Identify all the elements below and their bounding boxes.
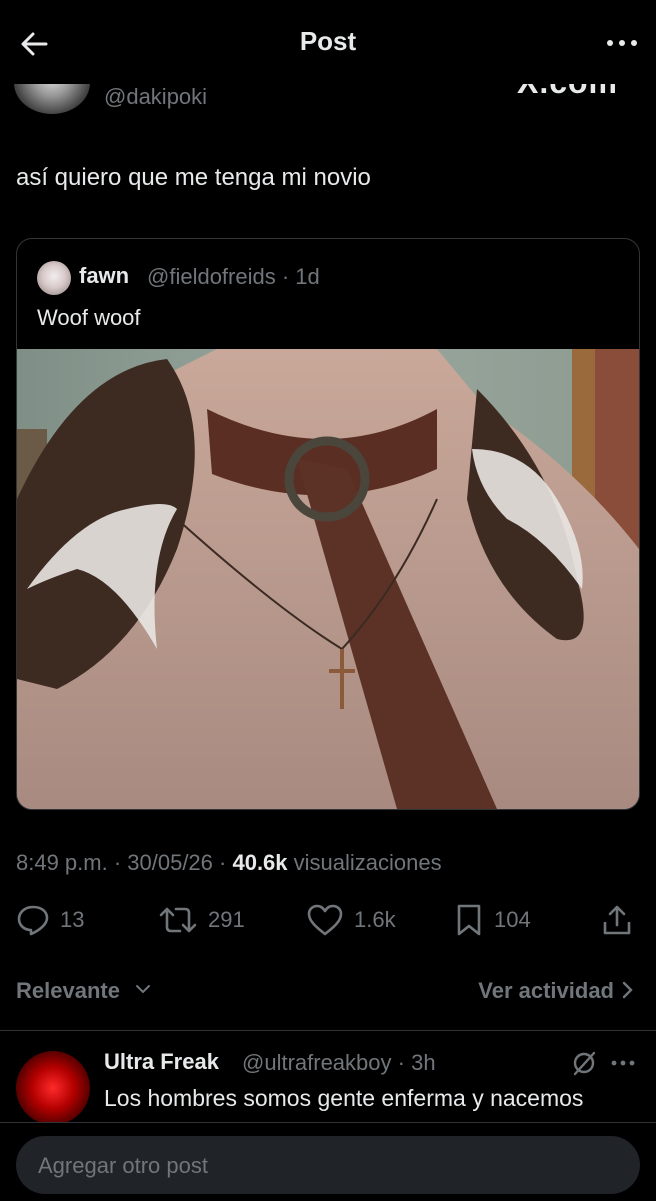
like-count: 1.6k (354, 907, 396, 932)
more-horizontal-icon[interactable] (610, 1053, 636, 1073)
views-count[interactable]: 40.6k (232, 850, 287, 875)
post-meta: 8:49 p.m. · 30/05/26 · 40.6k visualizaci… (16, 850, 442, 876)
post-timestamp: 8:49 p.m. · 30/05/26 · (16, 850, 233, 875)
reply-author-name[interactable]: Ultra Freak (104, 1049, 219, 1075)
post-text: así quiero que me tenga mi novio (16, 164, 371, 191)
reply-icon (17, 905, 49, 936)
repost-icon (159, 907, 197, 933)
reply-input[interactable] (36, 1136, 620, 1196)
views-label: visualizaciones (287, 850, 442, 875)
reply-composer[interactable] (16, 1136, 640, 1196)
reply-author-meta: @ultrafreakboy · 3h (242, 1050, 436, 1076)
chevron-down-icon[interactable] (134, 980, 152, 998)
quoted-author-name[interactable]: fawn (79, 263, 129, 289)
replies-sort-row: Relevante Ver actividad (0, 970, 656, 1010)
reply-author-handle: @ultrafreakboy (242, 1050, 392, 1075)
view-activity-link[interactable]: Ver actividad (478, 978, 614, 1004)
chevron-right-icon[interactable] (620, 980, 634, 1000)
bookmark-button[interactable]: 104 (454, 898, 531, 942)
bookmark-icon (457, 904, 481, 936)
more-horizontal-icon (607, 40, 637, 46)
quoted-post-text: Woof woof (37, 305, 141, 330)
heart-icon (307, 904, 343, 936)
repost-count: 291 (208, 907, 245, 932)
author-handle[interactable]: @dakipoki (104, 84, 207, 110)
reply-author-avatar[interactable] (16, 1051, 90, 1123)
page-title: Post (299, 26, 357, 56)
quoted-author-meta: @fieldofreids · 1d (147, 264, 320, 290)
share-button[interactable] (600, 898, 634, 942)
bookmark-count: 104 (494, 907, 531, 932)
reply-post[interactable]: Ultra Freak @ultrafreakboy · 3h Los homb… (0, 1031, 656, 1123)
top-bar: Post (0, 0, 656, 84)
action-bar: 13 291 1.6k 104 (0, 898, 656, 942)
quoted-author-handle: @fieldofreids (147, 264, 276, 289)
repost-button[interactable]: 291 (158, 898, 245, 942)
grok-icon[interactable] (570, 1049, 598, 1077)
quoted-post-card[interactable]: fawn @fieldofreids · 1d Woof woof (16, 238, 640, 810)
reply-count: 13 (60, 907, 85, 932)
quoted-post-photo[interactable] (17, 349, 639, 809)
quoted-post-age: · 1d (281, 264, 320, 289)
reply-text: Los hombres somos gente enferma y nacemo… (104, 1085, 584, 1111)
reply-age: · 3h (397, 1050, 436, 1075)
quoted-author-avatar[interactable] (37, 261, 71, 295)
sort-dropdown[interactable]: Relevante (16, 978, 120, 1004)
more-options-button[interactable] (602, 28, 642, 58)
reply-button[interactable]: 13 (16, 898, 84, 942)
share-icon (603, 905, 631, 935)
like-button[interactable]: 1.6k (306, 898, 396, 942)
